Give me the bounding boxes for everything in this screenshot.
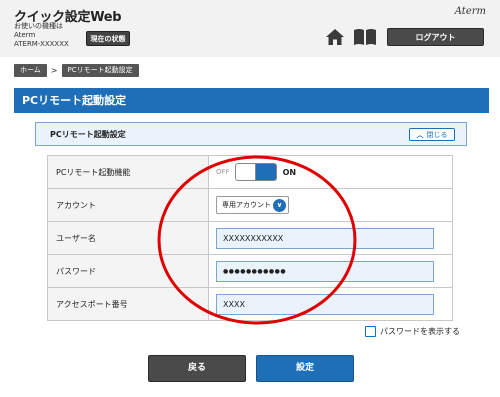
chevron-down-icon: ∨ (273, 198, 286, 212)
device-label: お使いの機種は (14, 22, 63, 30)
show-password-option[interactable]: パスワードを表示する (365, 326, 460, 337)
table-row: PCリモート起動機能 OFF ON (47, 155, 453, 189)
collapse-button[interactable]: ︿ 閉じる (409, 128, 455, 141)
settings-panel-header: PCリモート起動設定 ︿ 閉じる (35, 122, 467, 146)
row-label: アクセスポート番号 (47, 287, 209, 321)
chevron-up-icon: ︿ (416, 130, 424, 139)
toggle-off-label: OFF (216, 168, 230, 176)
device-model: ATERM-XXXXXX (14, 40, 69, 48)
collapse-label: 閉じる (426, 130, 448, 139)
table-row: ユーザー名 XXXXXXXXXXX (47, 221, 453, 255)
current-status-button[interactable]: 現在の状態 (86, 31, 130, 46)
row-value: XXXXXXXXXXX (208, 221, 453, 255)
book-icon[interactable] (353, 28, 377, 46)
toggle-on-label: ON (282, 167, 297, 177)
account-select[interactable]: 専用アカウント ∨ (216, 196, 289, 214)
access-port-input[interactable]: XXXX (216, 293, 434, 315)
breadcrumb-home[interactable]: ホーム (14, 64, 47, 77)
breadcrumb: ホーム > PCリモート起動設定 (14, 64, 139, 77)
device-info: お使いの機種は Aterm ATERM-XXXXXX (14, 22, 69, 49)
username-input[interactable]: XXXXXXXXXXX (216, 227, 434, 249)
back-button[interactable]: 戻る (148, 355, 246, 382)
row-value: OFF ON (208, 155, 453, 189)
toggle-switch[interactable] (234, 163, 277, 181)
password-input[interactable]: ●●●●●●●●●●● (216, 260, 434, 282)
row-value: XXXX (208, 287, 453, 321)
brand-logo: Aterm (454, 6, 486, 17)
submit-button[interactable]: 設定 (256, 355, 354, 382)
panel-title: PCリモート起動設定 (50, 130, 126, 139)
table-row: パスワード ●●●●●●●●●●● (47, 254, 453, 288)
show-password-label[interactable]: パスワードを表示する (380, 326, 460, 337)
row-label: ユーザー名 (47, 221, 209, 255)
row-value: ●●●●●●●●●●● (208, 254, 453, 288)
logout-button[interactable]: ログアウト (387, 28, 484, 46)
breadcrumb-separator: > (50, 66, 58, 75)
row-label: パスワード (47, 254, 209, 288)
toggle-knob[interactable] (235, 164, 256, 180)
row-label: アカウント (47, 188, 209, 222)
row-value: 専用アカウント ∨ (208, 188, 453, 222)
settings-table: PCリモート起動機能 OFF ON アカウント 専用アカウント ∨ ユーザー名 … (47, 155, 453, 321)
home-icon[interactable] (325, 28, 345, 46)
breadcrumb-current: PCリモート起動設定 (61, 64, 139, 77)
account-select-value: 専用アカウント (222, 201, 271, 209)
show-password-checkbox[interactable] (365, 326, 376, 337)
header: クイック設定Web お使いの機種は Aterm ATERM-XXXXXX 現在の… (0, 0, 500, 57)
remote-wake-toggle[interactable]: OFF ON (216, 163, 452, 181)
row-label: PCリモート起動機能 (47, 155, 209, 189)
device-brand: Aterm (14, 31, 36, 39)
table-row: アカウント 専用アカウント ∨ (47, 188, 453, 222)
page-title: PCリモート起動設定 (14, 88, 489, 113)
table-row: アクセスポート番号 XXXX (47, 287, 453, 321)
